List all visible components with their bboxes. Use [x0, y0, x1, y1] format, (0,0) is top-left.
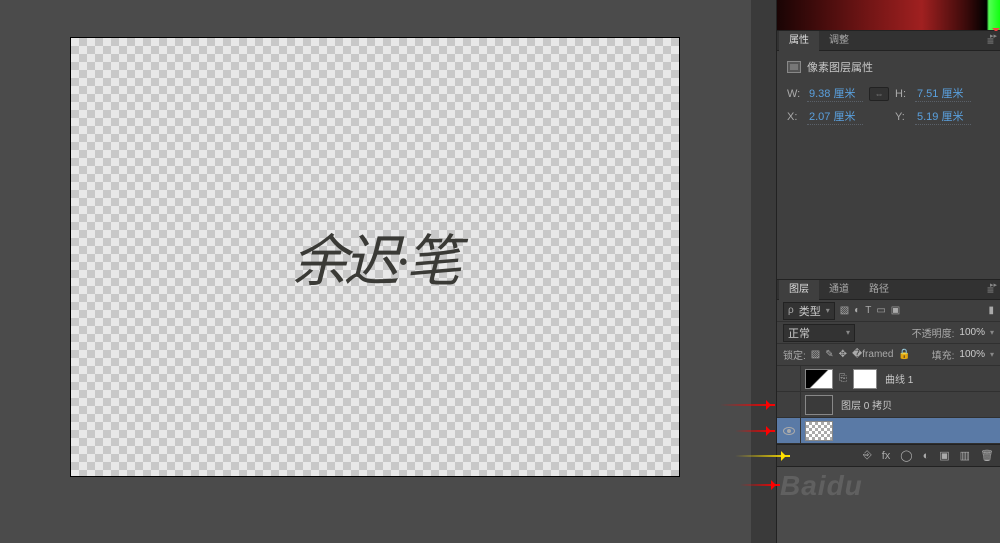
chevron-down-icon[interactable]: ▾ [990, 328, 994, 337]
properties-title: 像素图层属性 [807, 59, 873, 75]
layer-thumb [805, 421, 833, 441]
layer-list: ⎘ 曲线 1 图层 0 拷贝 [777, 366, 1000, 444]
tab-paths[interactable]: 路径 [859, 280, 899, 300]
width-label: W: [787, 88, 801, 100]
eye-icon [783, 427, 795, 435]
annotation-arrow [735, 430, 775, 432]
panel-collapse-icon[interactable]: ▸▸ [987, 31, 1000, 41]
y-label: Y: [895, 111, 909, 123]
fill-value[interactable]: 100% [959, 349, 985, 360]
height-label: H: [895, 88, 909, 100]
filter-smart-icon[interactable]: ▣ [891, 305, 900, 316]
fill-label: 填充: [932, 347, 955, 362]
document-canvas[interactable]: 余迟·笔 [71, 38, 679, 476]
layer-thumb [805, 395, 833, 415]
width-value[interactable]: 9.38 厘米 [807, 85, 863, 102]
filter-type-icon[interactable]: T [865, 305, 871, 316]
delete-layer-icon[interactable]: 🗑 [980, 449, 994, 462]
filter-kind-dropdown[interactable]: ρ 类型 ▾ [783, 302, 835, 320]
y-value[interactable]: 5.19 厘米 [915, 108, 971, 125]
tab-properties[interactable]: 属性 [779, 31, 819, 51]
panel-collapse-icon[interactable]: ▸▸ [987, 280, 1000, 290]
lock-transparent-icon[interactable]: ▨ [811, 349, 820, 360]
properties-panel: ▸▸ 属性 调整 ≡ 像素图层属性 W: 9.38 厘米 ⇔ H: 7.51 厘… [777, 31, 1000, 280]
properties-title-row: 像素图层属性 [787, 59, 990, 75]
properties-tabs: 属性 调整 ≡ [777, 31, 1000, 51]
link-layers-icon[interactable]: ⎆ [863, 449, 872, 462]
layers-tabs: 图层 通道 路径 ≡ [777, 280, 1000, 300]
layer-row-curves[interactable]: ⎘ 曲线 1 [777, 366, 1000, 392]
dimension-row-wh: W: 9.38 厘米 ⇔ H: 7.51 厘米 [787, 85, 990, 102]
layers-footer: ⎆ fx ◯ ◐ ▣ ▥ 🗑 [777, 444, 1000, 466]
layer-name[interactable]: 图层 0 拷贝 [837, 397, 892, 412]
color-panel: ▸▸ [777, 0, 1000, 31]
group-icon[interactable]: ▣ [939, 449, 949, 462]
layer-row-copy[interactable]: 图层 0 拷贝 [777, 392, 1000, 418]
right-panels: ▸▸ ▸▸ 属性 调整 ≡ 像素图层属性 W: 9.38 厘米 ⇔ H: [751, 0, 1000, 543]
mask-link-icon[interactable]: ⎘ [837, 373, 849, 384]
layer-style-icon[interactable]: fx [882, 450, 891, 462]
search-icon: ρ [788, 305, 794, 316]
chevron-down-icon[interactable]: ▾ [990, 350, 994, 359]
visibility-toggle[interactable] [777, 392, 801, 418]
tab-adjustments[interactable]: 调整 [819, 31, 859, 51]
filter-pixel-icon[interactable]: ▧ [840, 305, 849, 316]
position-row-xy: X: 2.07 厘米 Y: 5.19 厘米 [787, 108, 990, 125]
layer-mask-thumb[interactable] [853, 369, 877, 389]
lock-fill-row: 锁定: ▨ ✎ ✥ �framed 🔒 填充: 100% ▾ [777, 344, 1000, 366]
lock-all-icon[interactable]: 🔒 [898, 349, 910, 360]
height-value[interactable]: 7.51 厘米 [915, 85, 971, 102]
lock-paint-icon[interactable]: ✎ [825, 349, 833, 360]
annotation-arrow [735, 455, 790, 457]
canvas-workspace: 余迟·笔 [0, 0, 749, 543]
blend-opacity-row: 正常 ▾ 不透明度: 100% ▾ [777, 322, 1000, 344]
x-value[interactable]: 2.07 厘米 [807, 108, 863, 125]
opacity-value[interactable]: 100% [959, 327, 985, 338]
lock-label: 锁定: [783, 347, 806, 362]
annotation-arrow [740, 484, 780, 486]
visibility-toggle[interactable] [777, 366, 801, 392]
adjustment-thumb-icon [805, 369, 833, 389]
signature-artwork: 余迟·笔 [292, 216, 458, 297]
filter-adjust-icon[interactable]: ◐ [854, 305, 860, 316]
blend-mode-dropdown[interactable]: 正常 ▾ [783, 324, 855, 342]
watermark: Baidu [780, 470, 863, 502]
layer-name[interactable]: 曲线 1 [881, 371, 913, 386]
layers-panel: ▸▸ 图层 通道 路径 ≡ ρ 类型 ▾ ▧ ◐ T ▭ ▣ [777, 280, 1000, 467]
filter-shape-icon[interactable]: ▭ [876, 305, 885, 316]
chevron-down-icon: ▾ [846, 328, 850, 337]
opacity-label: 不透明度: [912, 325, 955, 340]
chevron-down-icon: ▾ [826, 306, 830, 315]
layer-mask-icon[interactable]: ◯ [900, 449, 912, 462]
lock-artboard-icon[interactable]: �framed [852, 349, 893, 360]
visibility-toggle[interactable] [777, 418, 801, 444]
new-layer-icon[interactable]: ▥ [960, 449, 970, 462]
link-wh-button[interactable]: ⇔ [869, 87, 889, 101]
color-ramp[interactable] [777, 0, 1000, 30]
adjustment-layer-icon[interactable]: ◐ [923, 450, 930, 462]
layer-filter-row: ρ 类型 ▾ ▧ ◐ T ▭ ▣ ▮ [777, 300, 1000, 322]
filter-toggle[interactable]: ▮ [988, 305, 994, 316]
lock-position-icon[interactable]: ✥ [839, 349, 847, 360]
collapsed-panel-dock[interactable] [751, 0, 777, 543]
annotation-arrow [720, 404, 775, 406]
x-label: X: [787, 111, 801, 123]
tab-layers[interactable]: 图层 [779, 280, 819, 300]
layer-row-selected[interactable] [777, 418, 1000, 444]
pixel-layer-icon [787, 61, 801, 73]
tab-channels[interactable]: 通道 [819, 280, 859, 300]
